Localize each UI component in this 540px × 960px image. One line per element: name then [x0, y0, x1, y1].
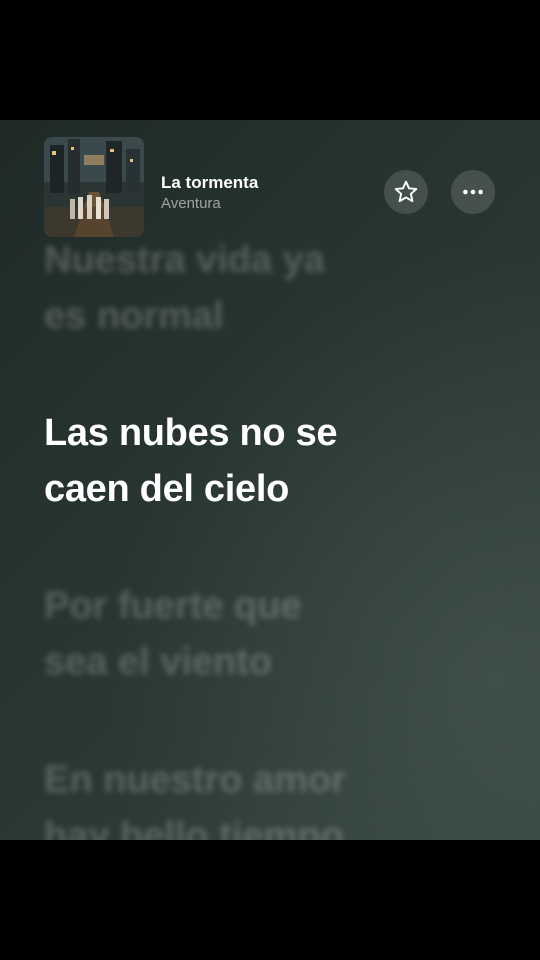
track-title: La tormenta	[161, 173, 259, 192]
star-icon	[394, 180, 418, 203]
lyric-text: En nuestro amor	[44, 759, 346, 801]
favorite-button[interactable]	[384, 170, 428, 214]
lyric-line-current[interactable]: Las nubes no se caen del cielo	[44, 405, 504, 517]
more-options-button[interactable]	[451, 170, 495, 214]
now-playing-header: La tormenta Aventura	[0, 120, 540, 240]
album-artwork[interactable]	[44, 137, 144, 237]
track-artist[interactable]: Aventura	[161, 195, 221, 212]
lyric-text: caen del cielo	[44, 468, 290, 510]
lyric-line-next[interactable]: Por fuerte que sea el viento	[44, 578, 504, 690]
ellipsis-icon	[463, 189, 483, 195]
lyric-text: Las nubes no se	[44, 412, 338, 454]
lyric-text: es normal	[44, 295, 224, 337]
lyric-text: hay bello tiempo	[44, 815, 344, 840]
lyric-text: sea el viento	[44, 641, 273, 683]
lyric-line-next[interactable]: En nuestro amor hay bello tiempo	[44, 752, 504, 840]
lyric-text: Nuestra vida ya	[44, 239, 325, 281]
lyrics-screen: Nuestra vida ya es normal Las nubes no s…	[0, 120, 540, 840]
lyric-text: Por fuerte que	[44, 585, 302, 627]
lyric-line-previous[interactable]: Nuestra vida ya es normal	[44, 232, 504, 344]
